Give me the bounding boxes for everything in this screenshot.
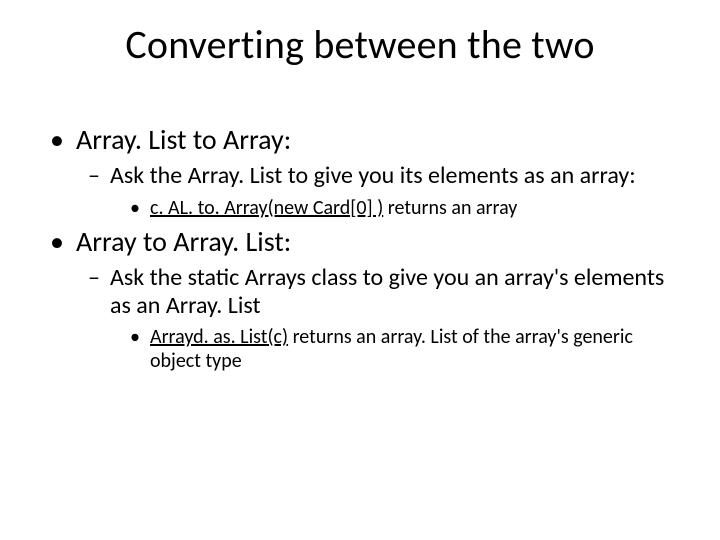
code-text: Arrayd. as. List(c) (150, 325, 288, 349)
subbullet-text: Ask the static Arrays class to give you … (110, 263, 664, 320)
subbullet-text: Ask the Array. List to give you its elem… (110, 161, 636, 190)
code-bullet-aslist: Arrayd. as. List(c) returns an array. Li… (130, 325, 680, 373)
bullet-text: Array. List to Array: (76, 122, 291, 157)
slide: Converting between the two Array. List t… (0, 0, 720, 540)
bullet-text: Array to Array. List: (76, 224, 291, 259)
bullet-arraylist-to-array: Array. List to Array: (50, 124, 680, 156)
code-bullet-toarray: c. AL. to. Array(new Card[0] ) returns a… (130, 196, 680, 220)
bullet-list: Array. List to Array: Ask the Array. Lis… (40, 124, 680, 373)
subbullet-ask-arrays-class: Ask the static Arrays class to give you … (88, 264, 680, 319)
code-after: returns an array (383, 196, 517, 220)
code-text: c. AL. to. Array(new Card[0] ) (150, 196, 383, 220)
slide-title: Converting between the two (40, 20, 680, 69)
bullet-array-to-arraylist: Array to Array. List: (50, 226, 680, 258)
subbullet-ask-arraylist: Ask the Array. List to give you its elem… (88, 162, 680, 190)
